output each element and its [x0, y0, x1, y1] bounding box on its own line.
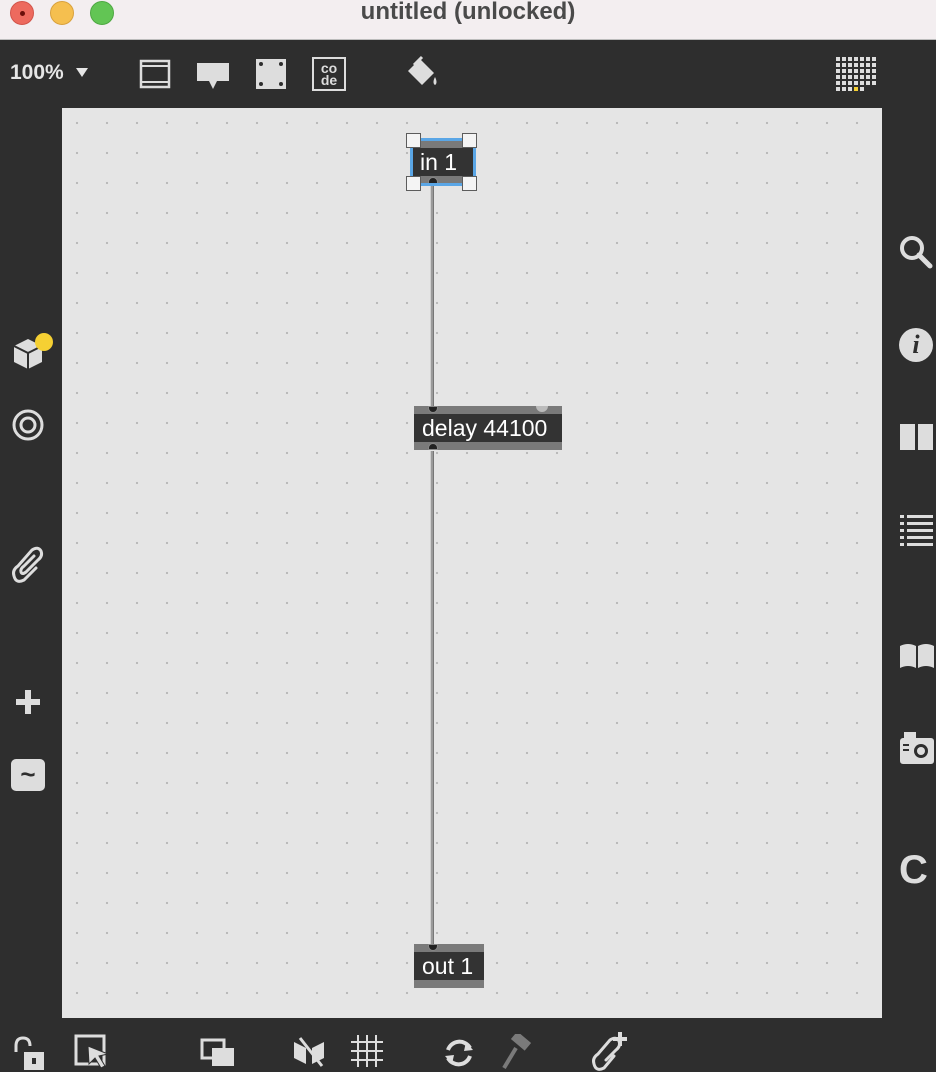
object-out-1-label: out 1	[422, 953, 474, 979]
tilde-icon-text: ~	[20, 759, 36, 789]
info-icon-text: i	[912, 330, 920, 359]
add-attachment-icon[interactable]	[590, 1030, 630, 1072]
clue-c-icon[interactable]: C	[899, 850, 933, 890]
paperclip-icon[interactable]	[10, 544, 46, 584]
tilde-icon[interactable]: ~	[11, 759, 45, 791]
hide-toggle-icon[interactable]	[292, 1036, 328, 1068]
object-delay-label: delay 44100	[422, 415, 548, 441]
comment-icon[interactable]	[195, 61, 231, 91]
patcher-canvas[interactable]	[62, 108, 882, 1018]
snapshot-camera-icon[interactable]	[899, 728, 935, 766]
left-sidebar: ~	[0, 108, 62, 1018]
search-icon[interactable]	[898, 234, 934, 270]
grid-icon[interactable]	[350, 1034, 384, 1068]
right-sidebar: i C	[882, 108, 936, 1018]
book-icon[interactable]	[899, 642, 935, 670]
zoom-dropdown-caret-icon[interactable]	[76, 68, 88, 77]
refresh-icon[interactable]	[442, 1036, 476, 1070]
patch-cord-in1-to-delay[interactable]	[430, 186, 434, 406]
resize-handle-bottom-left[interactable]	[406, 176, 421, 191]
list-icon[interactable]	[899, 512, 935, 546]
info-icon[interactable]: i	[899, 328, 933, 362]
resize-handle-top-right[interactable]	[462, 133, 477, 148]
package-cube-icon[interactable]	[10, 330, 56, 370]
columns-icon[interactable]	[899, 422, 935, 452]
code-icon[interactable]: co de	[312, 57, 346, 91]
target-circle-icon[interactable]	[11, 408, 45, 442]
window-title: untitled (unlocked)	[360, 0, 576, 25]
resize-handle-bottom-right[interactable]	[462, 176, 477, 191]
patch-cord-delay-to-out1[interactable]	[430, 451, 434, 944]
grid-matrix-icon[interactable]	[834, 55, 878, 95]
object-delay-outlet[interactable]	[428, 443, 438, 450]
title-bar: untitled (unlocked)	[0, 0, 936, 40]
hammer-icon[interactable]	[500, 1034, 534, 1070]
bottom-toolbar	[0, 1018, 936, 1072]
fit-window-icon[interactable]	[254, 57, 288, 91]
paint-bucket-icon[interactable]	[402, 55, 440, 91]
plus-icon[interactable]	[14, 688, 42, 716]
object-delay-44100[interactable]: delay 44100	[414, 406, 562, 450]
code-icon-bottom-text: de	[320, 72, 338, 88]
presentation-icon[interactable]	[138, 57, 172, 91]
top-toolbar: 100% co de	[0, 41, 936, 108]
select-arrow-icon[interactable]	[74, 1032, 110, 1070]
resize-handle-top-left[interactable]	[406, 133, 421, 148]
zoom-level[interactable]: 100%	[10, 61, 64, 85]
clue-c-icon-text: C	[899, 848, 928, 892]
lock-icon[interactable]	[10, 1036, 46, 1072]
object-out-1[interactable]: out 1	[414, 944, 484, 988]
layers-icon[interactable]	[200, 1038, 236, 1068]
